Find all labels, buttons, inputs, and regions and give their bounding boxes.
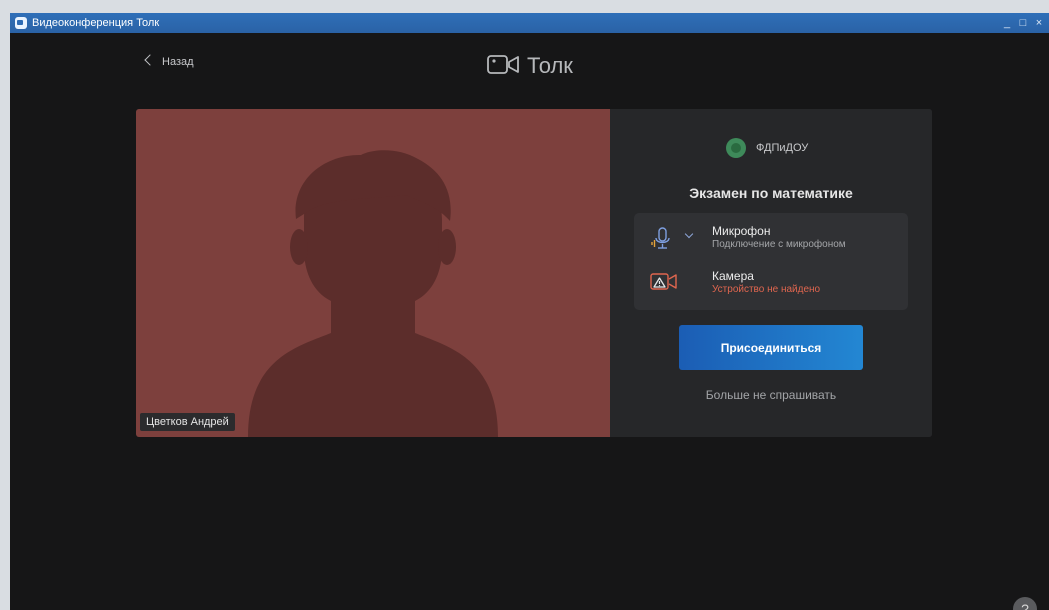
camera-label: Камера (712, 269, 754, 283)
camera-status: Устройство не найдено (712, 284, 821, 295)
meeting-title: Экзамен по математике (689, 185, 853, 201)
join-card: Цветков Андрей ФДПиДОУ Экзамен по матема… (136, 109, 932, 437)
microphone-selector[interactable]: Микрофон Подключение с микрофоном (634, 222, 908, 256)
window-title: Видеоконференция Толк (32, 17, 160, 29)
participant-name-tag: Цветков Андрей (140, 413, 235, 431)
microphone-icon (651, 227, 670, 249)
video-preview: Цветков Андрей (136, 109, 610, 437)
dont-ask-again-link[interactable]: Больше не спрашивать (610, 388, 932, 402)
minimize-button[interactable]: _ (1000, 13, 1014, 33)
main-content: Назад Толк Цветков Андрей ФДПиДОУ Экзаме… (10, 33, 1049, 610)
back-button[interactable]: Назад (144, 54, 194, 68)
organization: ФДПиДОУ (726, 137, 808, 159)
app-window: Видеоконференция Толк _ □ × Назад Толк Ц… (10, 13, 1049, 610)
app-logo-icon (15, 17, 27, 29)
device-settings: Микрофон Подключение с микрофоном Камера (634, 213, 908, 310)
microphone-status: Подключение с микрофоном (712, 239, 846, 250)
join-settings-panel: ФДПиДОУ Экзамен по математике Микрофон П… (610, 109, 932, 437)
video-camera-icon (487, 55, 519, 74)
join-button[interactable]: Присоединиться (679, 325, 863, 370)
organization-name: ФДПиДОУ (756, 142, 809, 154)
back-label: Назад (162, 56, 194, 68)
maximize-button[interactable]: □ (1016, 13, 1030, 33)
chevron-down-icon[interactable] (684, 229, 694, 239)
brand-name: Толк (527, 53, 573, 78)
avatar-silhouette-icon (248, 150, 498, 437)
help-button[interactable]: ? (1013, 597, 1037, 610)
microphone-label: Микрофон (712, 224, 771, 238)
close-button[interactable]: × (1032, 13, 1046, 33)
camera-warning-icon (650, 273, 677, 290)
title-bar: Видеоконференция Толк _ □ × (10, 13, 1049, 33)
camera-selector[interactable]: Камера Устройство не найдено (634, 267, 908, 301)
chevron-left-icon (144, 54, 156, 66)
brand-logo: Толк (487, 53, 573, 79)
organization-avatar (726, 138, 746, 158)
